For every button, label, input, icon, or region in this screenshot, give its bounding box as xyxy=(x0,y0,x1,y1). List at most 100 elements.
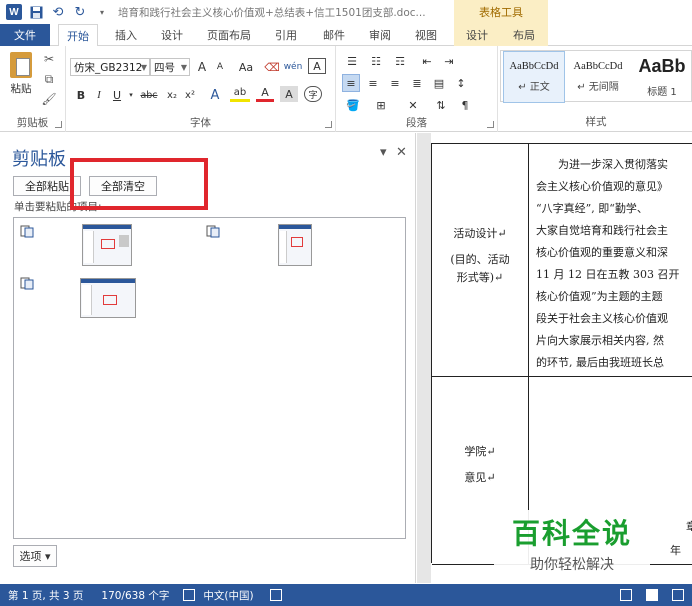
table-tools-title: 表格工具 xyxy=(454,0,548,24)
borders-icon[interactable]: ⊞ xyxy=(370,96,392,114)
sort-icon[interactable]: ⇅ xyxy=(432,96,450,114)
underline-button[interactable]: U xyxy=(110,86,124,104)
word-count[interactable]: 170/638 个字 xyxy=(101,588,169,603)
text-effects-button[interactable]: A xyxy=(206,86,224,104)
tab-mailings[interactable]: 邮件 xyxy=(314,24,354,46)
doc-text-line: 11 月 12 日在五教 303 召开 xyxy=(536,268,680,281)
align-left-icon[interactable]: ≡ xyxy=(342,74,360,92)
character-border-button[interactable]: A xyxy=(308,58,326,74)
clipboard-item-icon xyxy=(206,224,220,238)
shading-icon[interactable]: 🪣 xyxy=(342,96,364,114)
grow-font-button[interactable]: A xyxy=(194,58,210,76)
highlight-button[interactable]: ab xyxy=(230,86,250,102)
justify-icon[interactable]: ≣ xyxy=(408,74,426,92)
doc-text-line: 大家自觉培育和践行社会主 xyxy=(536,224,668,237)
strikethrough-button[interactable]: abc xyxy=(138,86,160,104)
clipboard-thumbnail xyxy=(80,278,136,318)
activity-design-sub2: 形式等)↵ xyxy=(456,271,504,284)
clipboard-launcher-icon[interactable] xyxy=(55,121,62,128)
read-mode-icon[interactable] xyxy=(620,589,632,601)
style-heading-1[interactable]: AaBb 标题 1 xyxy=(631,51,692,103)
show-marks-icon[interactable]: ¶ xyxy=(456,96,474,114)
tab-references[interactable]: 引用 xyxy=(266,24,306,46)
change-case-button[interactable]: Aa xyxy=(234,58,258,76)
clipboard-items-list xyxy=(13,217,406,539)
site-watermark: 百科全说 助你轻松解决 xyxy=(494,510,650,580)
align-right-icon[interactable]: ≡ xyxy=(386,74,404,92)
doc-text-line: “八字真经”, 即“勤学、 xyxy=(536,202,648,215)
style-sample: AaBb xyxy=(638,56,686,76)
superscript-button[interactable]: x² xyxy=(182,86,198,104)
tab-page-layout[interactable]: 页面布局 xyxy=(198,24,260,46)
tab-design[interactable]: 设计 xyxy=(152,24,192,46)
line-spacing-icon[interactable]: ↕ xyxy=(452,74,470,92)
tab-table-layout[interactable]: 布局 xyxy=(500,24,548,46)
bold-button[interactable]: B xyxy=(74,86,88,104)
format-painter-icon[interactable]: 🖌 xyxy=(41,92,56,106)
subscript-button[interactable]: x₂ xyxy=(164,86,180,104)
paragraph-launcher-icon[interactable] xyxy=(487,121,494,128)
style-name: ↵ 无间隔 xyxy=(577,82,619,93)
word-logo-icon: W xyxy=(6,4,22,20)
customize-qat-icon[interactable]: ▾ xyxy=(94,4,110,20)
view-buttons xyxy=(620,584,684,606)
style-normal[interactable]: AaBbCcDd ↵ 正文 xyxy=(503,51,565,103)
phonetic-guide-button[interactable]: wén xyxy=(282,58,304,76)
doc-text-line: 为进一步深入贯彻落实 xyxy=(536,158,668,171)
italic-button[interactable]: I xyxy=(92,86,106,104)
decrease-indent-icon[interactable]: ⇤ xyxy=(418,52,436,70)
tab-review[interactable]: 审阅 xyxy=(360,24,400,46)
clipboard-thumbnail xyxy=(82,224,132,266)
increase-indent-icon[interactable]: ⇥ xyxy=(440,52,458,70)
style-no-spacing[interactable]: AaBbCcDd ↵ 无间隔 xyxy=(567,51,629,103)
character-shading-button[interactable]: A xyxy=(280,86,298,102)
font-launcher-icon[interactable] xyxy=(325,121,332,128)
paste-button[interactable]: 粘贴 xyxy=(6,52,36,98)
chevron-down-icon: ▼ xyxy=(140,62,147,72)
college-label: 学院↵ xyxy=(464,445,496,458)
options-button[interactable]: 选项 ▾ xyxy=(13,545,57,567)
web-layout-icon[interactable] xyxy=(672,589,684,601)
print-layout-icon[interactable] xyxy=(646,589,658,601)
pane-dropdown-icon[interactable]: ▾ xyxy=(380,145,387,160)
tab-insert[interactable]: 插入 xyxy=(106,24,146,46)
font-name-select[interactable]: 仿宋_GB2312 ▼ xyxy=(70,58,150,76)
macro-icon[interactable] xyxy=(269,589,282,601)
activity-design-sub: (目的、活动 xyxy=(450,253,510,266)
font-name-value: 仿宋_GB2312 xyxy=(74,61,143,74)
font-size-select[interactable]: 四号 ▼ xyxy=(150,58,190,76)
cut-icon[interactable]: ✂ xyxy=(42,52,56,66)
tab-home[interactable]: 开始 xyxy=(58,24,98,47)
redo-icon[interactable]: ↻ xyxy=(72,4,88,20)
tab-file[interactable]: 文件 xyxy=(0,24,50,46)
save-icon[interactable] xyxy=(28,4,44,20)
doc-text-line: 核心价值观的重要意义和深 xyxy=(536,246,668,259)
font-color-button[interactable]: A xyxy=(256,86,274,102)
bullets-icon[interactable]: ☰ xyxy=(342,52,362,70)
title-bar: W ⟲ ↻ ▾ 培育和践行社会主义核心价值观+总结表+信工1501团支部.doc… xyxy=(0,0,692,24)
doc-year-text: 年 xyxy=(670,544,681,557)
distributed-icon[interactable]: ▤ xyxy=(430,74,448,92)
font-size-value: 四号 xyxy=(154,61,175,74)
chinese-layout-icon[interactable]: ✕ xyxy=(402,96,424,114)
numbering-icon[interactable]: ☷ xyxy=(366,52,386,70)
clipboard-group: 粘贴 ✂ ⧉ 🖌 剪贴板 xyxy=(0,46,66,132)
language-indicator[interactable]: 中文(中国) xyxy=(203,588,253,603)
proofing-icon[interactable] xyxy=(183,589,196,601)
tab-view[interactable]: 视图 xyxy=(406,24,446,46)
clear-format-icon[interactable]: ⌫ xyxy=(264,58,280,76)
shrink-font-button[interactable]: A xyxy=(212,58,228,76)
enclose-characters-button[interactable]: 字 xyxy=(304,86,322,102)
close-icon[interactable]: ✕ xyxy=(396,145,407,160)
tab-table-design[interactable]: 设计 xyxy=(454,24,500,46)
styles-gallery: AaBbCcDd ↵ 正文 AaBbCcDd ↵ 无间隔 AaBb 标题 1 xyxy=(500,50,692,103)
copy-icon[interactable]: ⧉ xyxy=(42,72,56,86)
status-bar: 第 1 页, 共 3 页 170/638 个字 中文(中国) xyxy=(0,584,692,606)
multilevel-list-icon[interactable]: ☶ xyxy=(390,52,410,70)
underline-dropdown-icon[interactable]: ▾ xyxy=(128,86,134,104)
quick-access-toolbar: W ⟲ ↻ ▾ xyxy=(0,0,110,24)
undo-icon[interactable]: ⟲ xyxy=(50,4,66,20)
page-count[interactable]: 第 1 页, 共 3 页 xyxy=(8,588,83,603)
paste-icon xyxy=(10,52,32,78)
align-center-icon[interactable]: ≡ xyxy=(364,74,382,92)
